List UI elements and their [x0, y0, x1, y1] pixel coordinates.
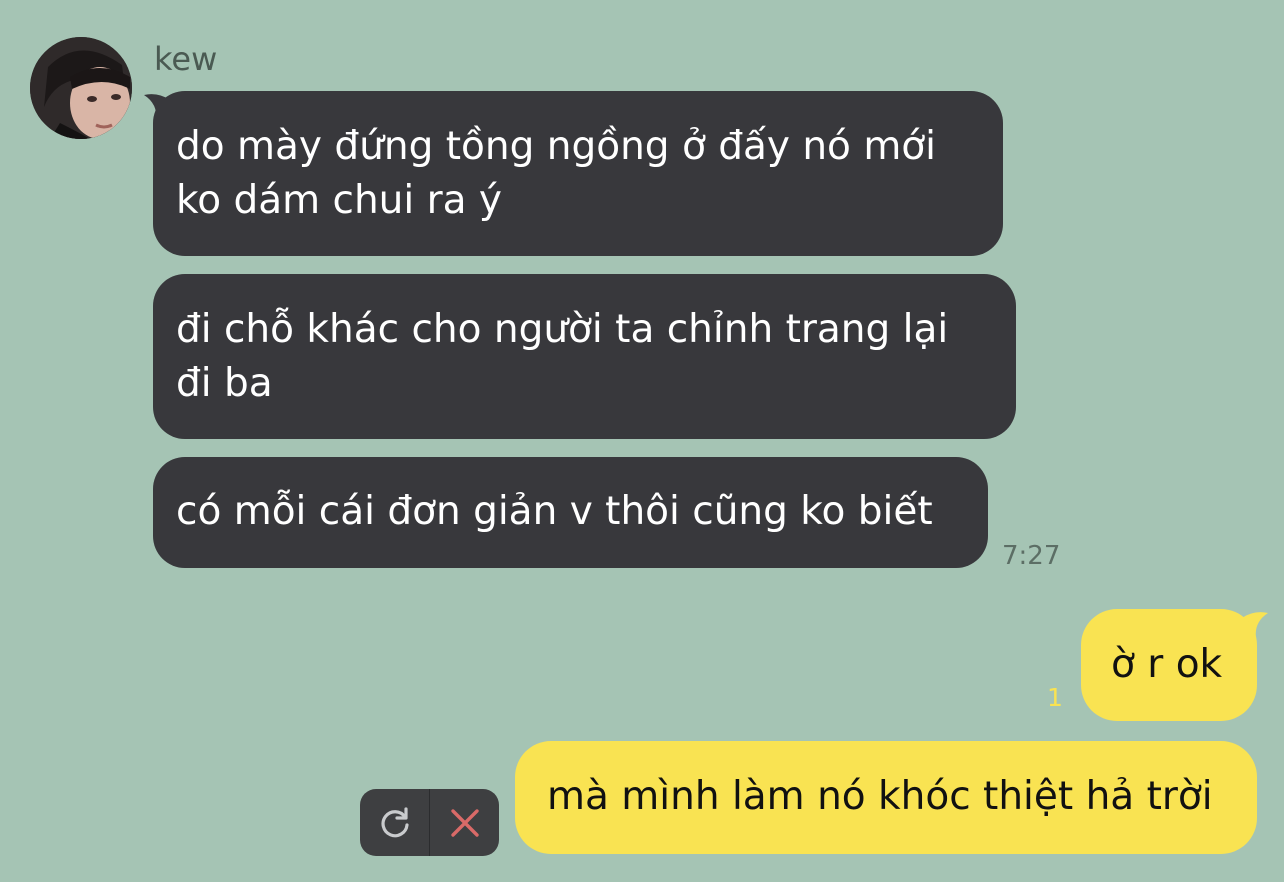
read-count-badge: 1 — [1047, 683, 1063, 712]
sender-name: kew — [154, 40, 218, 78]
message-line: ko dám chui ra ý — [176, 178, 503, 223]
retry-button[interactable] — [360, 789, 429, 856]
message-line: đi ba — [176, 361, 273, 406]
retry-icon — [380, 806, 409, 837]
delete-button[interactable] — [430, 789, 499, 856]
outgoing-message-2[interactable]: mà mình làm nó khóc thiệt hả trời — [515, 741, 1257, 854]
failed-message-actions — [360, 789, 499, 856]
incoming-message-2[interactable]: đi chỗ khác cho người ta chỉnh trang lại… — [153, 274, 1016, 439]
close-icon — [450, 808, 479, 837]
sender-avatar[interactable] — [30, 37, 132, 139]
outgoing-message-1[interactable]: ờ r ok — [1081, 609, 1257, 721]
message-line: đi chỗ khác cho người ta chỉnh trang lại — [176, 307, 949, 352]
message-text: ờ r ok — [1111, 642, 1223, 687]
incoming-message-3[interactable]: có mỗi cái đơn giản v thôi cũng ko biết — [153, 457, 988, 568]
message-text: mà mình làm nó khóc thiệt hả trời — [547, 774, 1213, 819]
message-line: có mỗi cái đơn giản v thôi cũng ko biết — [176, 489, 933, 534]
message-line: do mày đứng tồng ngồng ở đấy nó mới — [176, 124, 937, 169]
message-timestamp: 7:27 — [1002, 541, 1061, 571]
incoming-message-1[interactable]: do mày đứng tồng ngồng ở đấy nó mới ko d… — [153, 91, 1003, 256]
